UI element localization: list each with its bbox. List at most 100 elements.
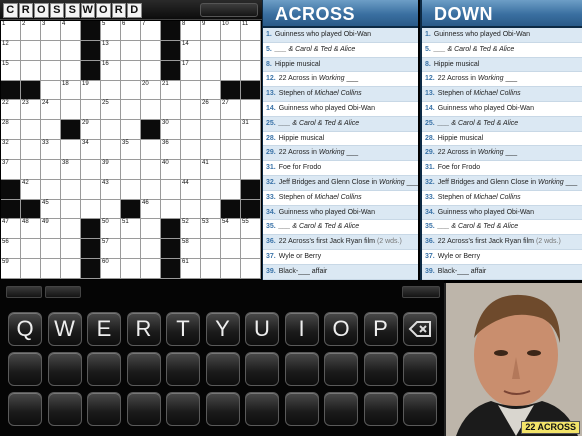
menu-button[interactable]: [200, 3, 258, 17]
key-w[interactable]: W: [47, 312, 82, 346]
grid-cell[interactable]: [21, 140, 41, 160]
grid-cell[interactable]: 1: [1, 21, 21, 41]
grid-cell[interactable]: [201, 40, 221, 61]
grid-cell[interactable]: [201, 120, 221, 141]
across-clue[interactable]: 28. Hippie musical: [263, 131, 418, 147]
grid-cell[interactable]: 12: [1, 40, 21, 61]
grid-cell[interactable]: [201, 239, 221, 260]
grid-cell[interactable]: 16: [101, 60, 121, 81]
grid-cell[interactable]: 14: [181, 40, 201, 61]
across-clue[interactable]: 37. Wyle or Berry: [263, 249, 418, 265]
grid-cell[interactable]: [41, 80, 61, 101]
grid-cell[interactable]: [81, 159, 101, 180]
grid-cell[interactable]: 35: [121, 140, 141, 160]
blank-key[interactable]: [403, 352, 437, 386]
grid-cell[interactable]: [61, 239, 81, 260]
down-clue[interactable]: 25. ___ & Carol & Ted & Alice: [422, 116, 582, 132]
down-clue[interactable]: 39. Black-___ affair: [422, 264, 582, 280]
grid-cell[interactable]: 31: [241, 120, 261, 141]
blank-key[interactable]: [8, 352, 42, 386]
grid-cell[interactable]: 59: [1, 259, 21, 279]
blank-key[interactable]: [403, 392, 437, 426]
grid-cell[interactable]: [81, 100, 101, 121]
keyboard-tab-button[interactable]: [45, 286, 81, 298]
across-clue[interactable]: 13. Stephen of Michael Collins: [263, 87, 418, 102]
grid-cell[interactable]: 51: [121, 219, 141, 240]
blank-key[interactable]: [47, 392, 82, 426]
grid-cell[interactable]: 5: [101, 21, 121, 41]
blank-key[interactable]: [284, 352, 319, 386]
grid-cell[interactable]: [241, 239, 261, 260]
grid-cell[interactable]: 17: [181, 60, 201, 81]
blank-key[interactable]: [87, 352, 121, 386]
grid-cell[interactable]: [121, 80, 141, 101]
across-clue[interactable]: 5. ___ & Carol & Ted & Alice: [263, 42, 418, 58]
down-clue[interactable]: 36. 22 Across's first Jack Ryan film (2 w…: [422, 235, 582, 250]
grid-cell[interactable]: 41: [201, 159, 221, 180]
grid-cell[interactable]: 33: [41, 140, 61, 160]
key-t[interactable]: T: [166, 312, 200, 346]
grid-cell[interactable]: 10: [221, 21, 241, 41]
grid-cell[interactable]: [41, 179, 61, 200]
grid-cell[interactable]: [141, 140, 161, 160]
grid-cell[interactable]: 30: [161, 120, 181, 141]
grid-cell[interactable]: 54: [221, 219, 241, 240]
grid-cell[interactable]: 37: [1, 159, 21, 180]
grid-cell[interactable]: [21, 60, 41, 81]
grid-cell[interactable]: [121, 179, 141, 200]
grid-cell[interactable]: [201, 259, 221, 279]
grid-cell[interactable]: 27: [221, 100, 241, 121]
down-clue[interactable]: 33. Stephen of Michael Collins: [422, 190, 582, 206]
grid-cell[interactable]: [241, 40, 261, 61]
across-clue[interactable]: 8. Hippie musical: [263, 57, 418, 73]
grid-cell[interactable]: 13: [101, 40, 121, 61]
grid-cell[interactable]: 61: [181, 259, 201, 279]
grid-cell[interactable]: [21, 259, 41, 279]
grid-cell[interactable]: [121, 40, 141, 61]
down-clue[interactable]: 31. Foe for Frodo: [422, 161, 582, 176]
blank-key[interactable]: [8, 392, 42, 426]
grid-cell[interactable]: [141, 259, 161, 279]
grid-cell[interactable]: 4: [61, 21, 81, 41]
grid-cell[interactable]: 6: [121, 21, 141, 41]
grid-cell[interactable]: [181, 159, 201, 180]
key-o[interactable]: O: [324, 312, 358, 346]
grid-cell[interactable]: [201, 179, 221, 200]
across-clue[interactable]: 36. 22 Across's first Jack Ryan film (2 w…: [263, 235, 418, 250]
across-clue[interactable]: 14. Guinness who played Obi-Wan: [263, 101, 418, 117]
down-clue[interactable]: 28. Hippie musical: [422, 131, 582, 147]
blank-key[interactable]: [245, 392, 279, 426]
across-clue[interactable]: 33. Stephen of Michael Collins: [263, 190, 418, 206]
grid-cell[interactable]: 18: [61, 80, 81, 101]
key-r[interactable]: R: [126, 312, 161, 346]
down-clue[interactable]: 37. Wyle or Berry: [422, 249, 582, 265]
grid-cell[interactable]: [141, 239, 161, 260]
grid-cell[interactable]: [181, 80, 201, 101]
grid-cell[interactable]: [181, 120, 201, 141]
grid-cell[interactable]: 9: [201, 21, 221, 41]
grid-cell[interactable]: [141, 40, 161, 61]
grid-cell[interactable]: 43: [101, 179, 121, 200]
grid-cell[interactable]: 8: [181, 21, 201, 41]
keyboard-mode-button[interactable]: [402, 286, 440, 298]
grid-cell[interactable]: [61, 140, 81, 160]
down-clue[interactable]: 1. Guinness who played Obi-Wan: [422, 28, 582, 43]
key-y[interactable]: Y: [205, 312, 240, 346]
grid-cell[interactable]: [41, 259, 61, 279]
grid-cell[interactable]: [221, 60, 241, 81]
key-q[interactable]: Q: [8, 312, 42, 346]
across-clue[interactable]: 35. ___ & Carol & Ted & Alice: [263, 220, 418, 236]
grid-cell[interactable]: [41, 239, 61, 260]
grid-cell[interactable]: [161, 179, 181, 200]
grid-cell[interactable]: [201, 60, 221, 81]
grid-cell[interactable]: [121, 259, 141, 279]
across-clue[interactable]: 31. Foe for Frodo: [263, 161, 418, 176]
across-clue[interactable]: 39. Black-___ affair: [263, 264, 418, 280]
grid-cell[interactable]: [81, 179, 101, 200]
across-clue[interactable]: 12. 22 Across in Working ___: [263, 72, 418, 88]
grid-cell[interactable]: 44: [181, 179, 201, 200]
grid-cell[interactable]: 15: [1, 60, 21, 81]
grid-cell[interactable]: [101, 199, 121, 220]
grid-cell[interactable]: [121, 100, 141, 121]
grid-cell[interactable]: [81, 199, 101, 220]
